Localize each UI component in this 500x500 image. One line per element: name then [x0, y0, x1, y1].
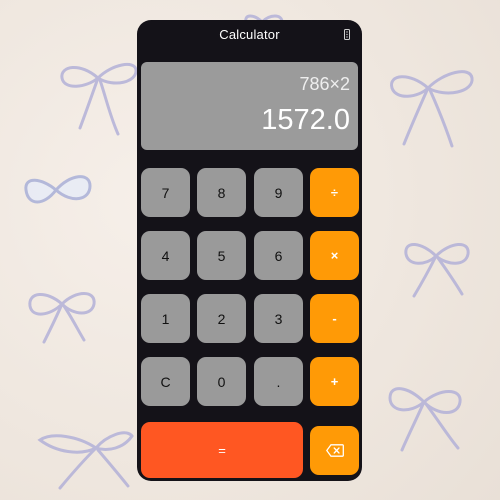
ribbon-bow-icon [388, 387, 462, 452]
key-6[interactable]: 6 [254, 231, 303, 280]
key-7[interactable]: 7 [141, 168, 190, 217]
key-9[interactable]: 9 [254, 168, 303, 217]
backspace-icon [325, 444, 344, 457]
key-5[interactable]: 5 [197, 231, 246, 280]
divide-button[interactable]: ÷ [310, 168, 359, 217]
key-3[interactable]: 3 [254, 294, 303, 343]
decimal-button[interactable]: . [254, 357, 303, 406]
ribbon-bow-icon [28, 292, 96, 344]
result-text: 1572.0 [261, 104, 350, 136]
ribbon-bow-icon [37, 431, 134, 490]
ribbon-bow-icon [404, 243, 470, 298]
app-title: Calculator [219, 27, 280, 42]
ribbon-bow-icon [24, 175, 92, 204]
calculator-window: Calculator 786×2 1572.0 7 8 9 ÷ 4 5 6 × … [137, 20, 362, 481]
key-8[interactable]: 8 [197, 168, 246, 217]
add-button[interactable]: + [310, 357, 359, 406]
more-options-icon[interactable] [344, 29, 350, 40]
key-1[interactable]: 1 [141, 294, 190, 343]
key-4[interactable]: 4 [141, 231, 190, 280]
title-bar: Calculator [137, 20, 362, 50]
equals-button[interactable]: = [141, 422, 303, 478]
key-2[interactable]: 2 [197, 294, 246, 343]
expression-text: 786×2 [299, 74, 350, 94]
clear-button[interactable]: C [141, 357, 190, 406]
backspace-button[interactable] [310, 426, 359, 475]
subtract-button[interactable]: - [310, 294, 359, 343]
key-0[interactable]: 0 [197, 357, 246, 406]
multiply-button[interactable]: × [310, 231, 359, 280]
ribbon-bow-icon [60, 62, 138, 136]
calculator-display: 786×2 1572.0 [141, 62, 358, 150]
ribbon-bow-icon [390, 70, 474, 148]
